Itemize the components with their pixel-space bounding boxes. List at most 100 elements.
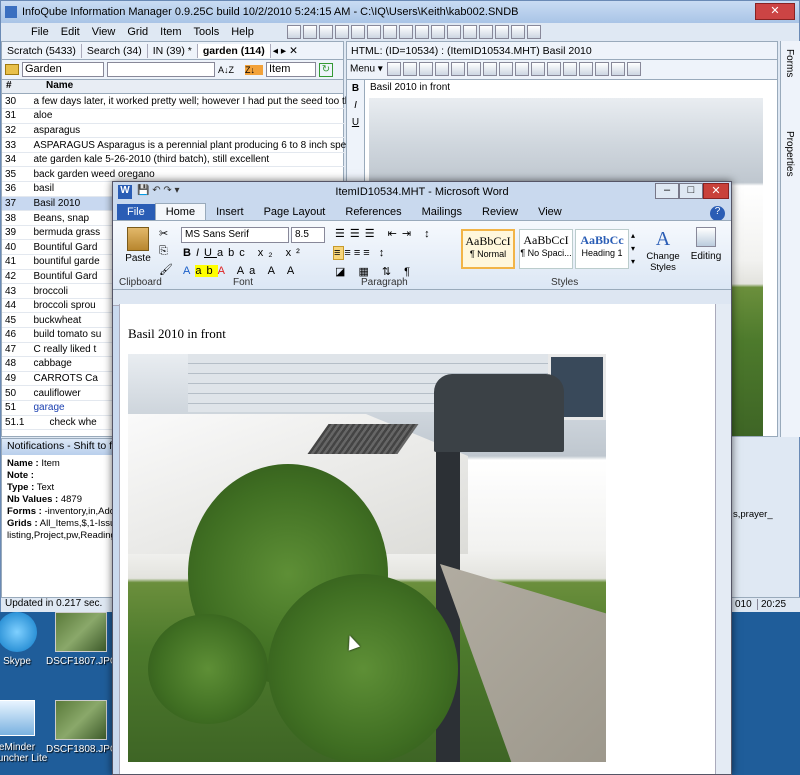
toolbar-icon[interactable] bbox=[498, 62, 513, 76]
grid-combo[interactable]: Garden bbox=[22, 62, 104, 77]
toolbar-icon[interactable] bbox=[562, 62, 577, 76]
toolbar-icon[interactable] bbox=[398, 25, 413, 39]
table-row[interactable]: 32 asparagus bbox=[2, 123, 355, 139]
col-num[interactable]: # bbox=[2, 80, 40, 93]
toolbar-icon[interactable] bbox=[334, 25, 349, 39]
toolbar-icon[interactable] bbox=[430, 25, 445, 39]
toolbar-icon[interactable] bbox=[446, 25, 461, 39]
table-row[interactable]: 33 ASPARAGUS Asparagus is a perennial pla… bbox=[2, 137, 355, 153]
menu-edit[interactable]: Edit bbox=[55, 26, 86, 38]
menu-item[interactable]: Item bbox=[154, 26, 187, 38]
tab-references[interactable]: References bbox=[335, 204, 411, 220]
sort-icon[interactable]: A↓Z bbox=[218, 65, 242, 75]
table-row[interactable]: 31 aloe bbox=[2, 108, 355, 124]
toolbar-icon[interactable] bbox=[286, 25, 301, 39]
font-size-combo[interactable]: 8.5 bbox=[291, 227, 325, 243]
cut-icon[interactable]: ✂ bbox=[159, 227, 168, 240]
toolbar-icon[interactable] bbox=[466, 62, 481, 76]
toolbar-icon[interactable] bbox=[386, 62, 401, 76]
toolbar-icon[interactable] bbox=[478, 25, 493, 39]
toolbar-icon[interactable] bbox=[302, 25, 317, 39]
toolbar-icon[interactable] bbox=[494, 25, 509, 39]
toolbar-icon[interactable] bbox=[462, 25, 477, 39]
maximize-button[interactable]: □ bbox=[679, 183, 703, 199]
close-button[interactable]: ✕ bbox=[755, 3, 795, 20]
tab-insert[interactable]: Insert bbox=[206, 204, 254, 220]
close-button[interactable]: ✕ bbox=[703, 183, 729, 199]
change-styles-button[interactable]: A Change Styles bbox=[641, 227, 685, 273]
italic-icon[interactable]: I bbox=[347, 97, 364, 114]
align-icons[interactable]: ≡≡≡≡ ↕ bbox=[333, 246, 387, 260]
desktop-icon-eminder[interactable]: eMinder Launcher Lite bbox=[0, 700, 52, 764]
tab-scroll-arrows[interactable]: ◂ ▸ ✕ bbox=[273, 45, 298, 57]
filter-combo[interactable] bbox=[107, 62, 215, 77]
toolbar-icon[interactable] bbox=[434, 62, 449, 76]
bold-icon[interactable]: B bbox=[347, 80, 364, 97]
styles-scroll-arrows[interactable]: ▴ ▾ ▾ bbox=[631, 229, 635, 268]
toolbar-icon[interactable] bbox=[450, 62, 465, 76]
menu-grid[interactable]: Grid bbox=[121, 26, 154, 38]
help-icon[interactable]: ? bbox=[710, 206, 725, 221]
tab-page-layout[interactable]: Page Layout bbox=[254, 204, 336, 220]
font-color-icons[interactable]: AabA Aa A A bbox=[183, 265, 299, 277]
tab-review[interactable]: Review bbox=[472, 204, 528, 220]
tab-scratch[interactable]: Scratch (5433) bbox=[2, 43, 82, 58]
list-icons[interactable]: ☰☰☰ ⇤⇥ ↕ bbox=[335, 227, 435, 240]
toolbar-icon[interactable] bbox=[578, 62, 593, 76]
vertical-scrollbar[interactable] bbox=[715, 304, 731, 774]
menu-view[interactable]: View bbox=[86, 26, 122, 38]
tab-garden[interactable]: garden (114) bbox=[197, 43, 271, 58]
table-row[interactable]: 30 a few days later, it worked pretty wel… bbox=[2, 94, 355, 110]
toolbar-icon[interactable] bbox=[610, 62, 625, 76]
editing-button[interactable]: Editing bbox=[687, 227, 725, 262]
format-painter-icon[interactable]: 🖌 bbox=[159, 263, 173, 276]
paste-button[interactable]: Paste bbox=[123, 227, 153, 264]
tab-in[interactable]: IN (39) * bbox=[148, 43, 198, 58]
toolbar-icon[interactable] bbox=[414, 25, 429, 39]
style-no-spacing[interactable]: AaBbCcI ¶ No Spaci... bbox=[519, 229, 573, 269]
style-normal[interactable]: AaBbCcI ¶ Normal bbox=[461, 229, 515, 269]
toolbar-icon[interactable] bbox=[418, 62, 433, 76]
html-menu-button[interactable]: Menu ▾ bbox=[350, 64, 383, 75]
toolbar-icon[interactable] bbox=[530, 62, 545, 76]
menu-tools[interactable]: Tools bbox=[188, 26, 226, 38]
toolbar-icon[interactable] bbox=[350, 25, 365, 39]
toolbar-icon[interactable] bbox=[510, 25, 525, 39]
document-page[interactable]: Basil 2010 in front bbox=[119, 304, 715, 774]
toolbar-icon[interactable] bbox=[366, 25, 381, 39]
tab-mailings[interactable]: Mailings bbox=[412, 204, 472, 220]
underline-icon[interactable]: U bbox=[347, 114, 364, 131]
row-number: 34 bbox=[2, 152, 28, 168]
font-format-icons[interactable]: BIUabc x₂ x² bbox=[183, 247, 305, 259]
tab-view[interactable]: View bbox=[528, 204, 572, 220]
toolbar-icon[interactable] bbox=[402, 62, 417, 76]
toolbar-icon[interactable] bbox=[382, 25, 397, 39]
tab-home[interactable]: Home bbox=[154, 203, 207, 220]
toolbar-icon[interactable] bbox=[526, 25, 541, 39]
desktop-icon-dscf1807[interactable]: DSCF1807.JPG bbox=[46, 612, 118, 667]
desktop-icon-skype[interactable]: Skype bbox=[0, 612, 52, 667]
toolbar-icon[interactable] bbox=[594, 62, 609, 76]
style-heading-1[interactable]: AaBbCс Heading 1 bbox=[575, 229, 629, 269]
tab-search[interactable]: Search (34) bbox=[82, 43, 148, 58]
table-row[interactable]: 34 ate garden kale 5-26-2010 (third batch… bbox=[2, 152, 355, 168]
side-tab-properties[interactable]: Properties bbox=[784, 131, 795, 177]
table-row[interactable]: 35 back garden weed oregano bbox=[2, 166, 355, 183]
menu-help[interactable]: Help bbox=[225, 26, 260, 38]
refresh-icon[interactable]: ↻ bbox=[319, 62, 333, 77]
side-tab-forms[interactable]: Forms bbox=[784, 49, 795, 77]
toolbar-icon[interactable] bbox=[482, 62, 497, 76]
toolbar-icon[interactable] bbox=[546, 62, 561, 76]
toolbar-icon[interactable] bbox=[514, 62, 529, 76]
toolbar-icon[interactable] bbox=[318, 25, 333, 39]
copy-icon[interactable]: ⎘ bbox=[159, 245, 168, 258]
toolbar-icon[interactable] bbox=[626, 62, 641, 76]
col-name[interactable]: Name bbox=[40, 80, 73, 93]
desktop-icon-dscf1808[interactable]: DSCF1808.JPG bbox=[46, 700, 118, 755]
tab-file[interactable]: File bbox=[117, 204, 155, 220]
sort-desc-icon[interactable]: Z↓ bbox=[245, 64, 263, 75]
column-combo[interactable]: Item bbox=[266, 62, 316, 77]
font-name-combo[interactable]: MS Sans Serif bbox=[181, 227, 289, 243]
menu-file[interactable]: File bbox=[25, 26, 55, 38]
minimize-button[interactable]: – bbox=[655, 183, 679, 199]
